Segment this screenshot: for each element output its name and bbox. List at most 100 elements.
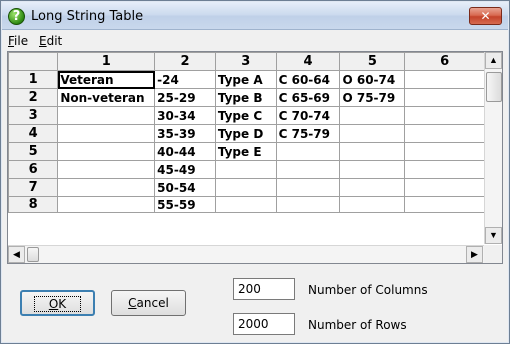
number-of-columns-input[interactable]: 200 [233,278,295,300]
table-cell[interactable] [275,160,341,179]
table-cell[interactable]: Veteran [57,70,156,89]
horizontal-scrollbar[interactable]: ◀ ▶ [8,245,484,263]
row-header[interactable]: 3 [7,106,59,125]
table-cell[interactable] [404,70,486,89]
table-cell[interactable] [339,142,406,161]
data-table: 1 2 3 4 5 6 1 Veteran -24 Type AC 60-64 O 60… [7,52,502,213]
table-cell[interactable] [275,142,341,161]
cancel-button[interactable]: Cancel [111,290,186,316]
number-of-rows-input[interactable]: 2000 [233,313,295,335]
close-button[interactable]: ✕ [469,7,502,25]
scroll-left-icon[interactable]: ◀ [8,246,25,263]
table-cell[interactable] [214,160,277,179]
number-of-rows-label: Number of Rows [308,318,407,332]
table-cell[interactable]: C 75-79 [275,124,341,143]
column-header[interactable]: 5 [339,52,406,71]
table-cell[interactable]: C 60-64 [275,70,341,89]
menu-edit-label: dit [46,34,63,48]
menu-file[interactable]: File [8,34,28,48]
column-header[interactable]: 6 [404,52,486,71]
table-row: 3 30-34 Type CC 70-74 [7,106,502,125]
table-cell[interactable]: Type B [214,88,277,107]
table-row: 6 45-49 [7,160,502,179]
table-cell[interactable] [404,106,486,125]
table-cell[interactable]: O 60-74 [339,70,406,89]
table-cell[interactable] [275,196,341,213]
row-header[interactable]: 6 [7,160,59,179]
ok-button[interactable]: OK [20,290,95,316]
table-cell[interactable]: C 70-74 [275,106,341,125]
scroll-up-icon[interactable]: ▲ [485,52,502,69]
table-row: 4 35-39 Type DC 75-79 [7,124,502,143]
table-cell[interactable]: 45-49 [154,160,216,179]
scroll-down-icon[interactable]: ▼ [485,227,502,244]
table-cell[interactable] [57,178,156,197]
table-cell[interactable]: C 65-69 [275,88,341,107]
table-cell[interactable] [339,106,406,125]
title-bar[interactable]: ? Long String Table ✕ [2,2,508,30]
column-header[interactable]: 1 [57,52,156,71]
table-cell[interactable]: O 75-79 [339,88,406,107]
table-cell[interactable]: 35-39 [154,124,216,143]
table-cell[interactable]: -24 [154,70,216,89]
vertical-scroll-thumb[interactable] [486,72,502,102]
cancel-label: ancel [136,296,169,310]
table-row: 5 40-44 Type E [7,142,502,161]
table-cell[interactable]: 55-59 [154,196,216,213]
table-cell[interactable]: 50-54 [154,178,216,197]
table-cell[interactable] [57,142,156,161]
row-header[interactable]: 4 [7,124,59,143]
table-cell[interactable] [57,160,156,179]
scroll-right-icon[interactable]: ▶ [466,246,483,263]
table-cell[interactable] [339,124,406,143]
row-header[interactable]: 7 [7,178,59,197]
table-cell[interactable] [57,124,156,143]
column-header[interactable]: 3 [214,52,277,71]
menu-bar: File Edit [2,31,508,50]
table-cell[interactable] [275,178,341,197]
column-header[interactable]: 2 [154,52,216,71]
row-header[interactable]: 1 [7,70,59,89]
table-cell[interactable]: Type C [214,106,277,125]
table-cell[interactable] [57,106,156,125]
table-cell[interactable]: 40-44 [154,142,216,161]
table-row: 8 55-59 [7,196,502,213]
horizontal-scroll-thumb[interactable] [27,247,39,262]
row-header[interactable]: 2 [7,88,59,107]
table-cell[interactable]: Type A [214,70,277,89]
vertical-scrollbar[interactable]: ▲ ▼ [484,52,502,244]
menu-edit[interactable]: Edit [39,34,62,48]
table-cell[interactable]: Type E [214,142,277,161]
row-header[interactable]: 5 [7,142,59,161]
table-cell[interactable] [404,142,486,161]
ok-label: K [58,297,67,311]
table-row: 7 50-54 [7,178,502,197]
table-cell[interactable] [214,178,277,197]
table-cell[interactable]: 25-29 [154,88,216,107]
table-cell[interactable] [57,196,156,213]
table-cell[interactable]: 30-34 [154,106,216,125]
row-header[interactable]: 8 [7,196,59,213]
table-cell[interactable]: Type D [214,124,277,143]
long-string-table-window: ? Long String Table ✕ File Edit 1 2 3 4 … [0,0,510,344]
table-cell[interactable] [404,160,486,179]
table-cell[interactable] [339,160,406,179]
cancel-accel: C [128,296,137,310]
table-cell[interactable] [339,196,406,213]
table-cell[interactable] [339,178,406,197]
corner-header-cell[interactable] [7,52,59,71]
number-of-columns-label: Number of Columns [308,283,428,297]
table-cell[interactable] [404,178,486,197]
table-cell[interactable] [214,196,277,213]
table-cell[interactable]: Non-veteran [57,88,156,107]
table-cell[interactable] [404,88,486,107]
ok-focus-rect: OK [33,296,82,312]
menu-file-label: ile [14,34,29,48]
column-header-row: 1 2 3 4 5 6 [7,52,502,71]
table-cell[interactable] [404,196,486,213]
table-cell[interactable] [404,124,486,143]
string-table-grid: 1 2 3 4 5 6 1 Veteran -24 Type AC 60-64 O 60… [7,51,503,264]
table-row: 1 Veteran -24 Type AC 60-64 O 60-74 [7,70,502,89]
scrollbar-corner [484,245,502,263]
column-header[interactable]: 4 [275,52,341,71]
